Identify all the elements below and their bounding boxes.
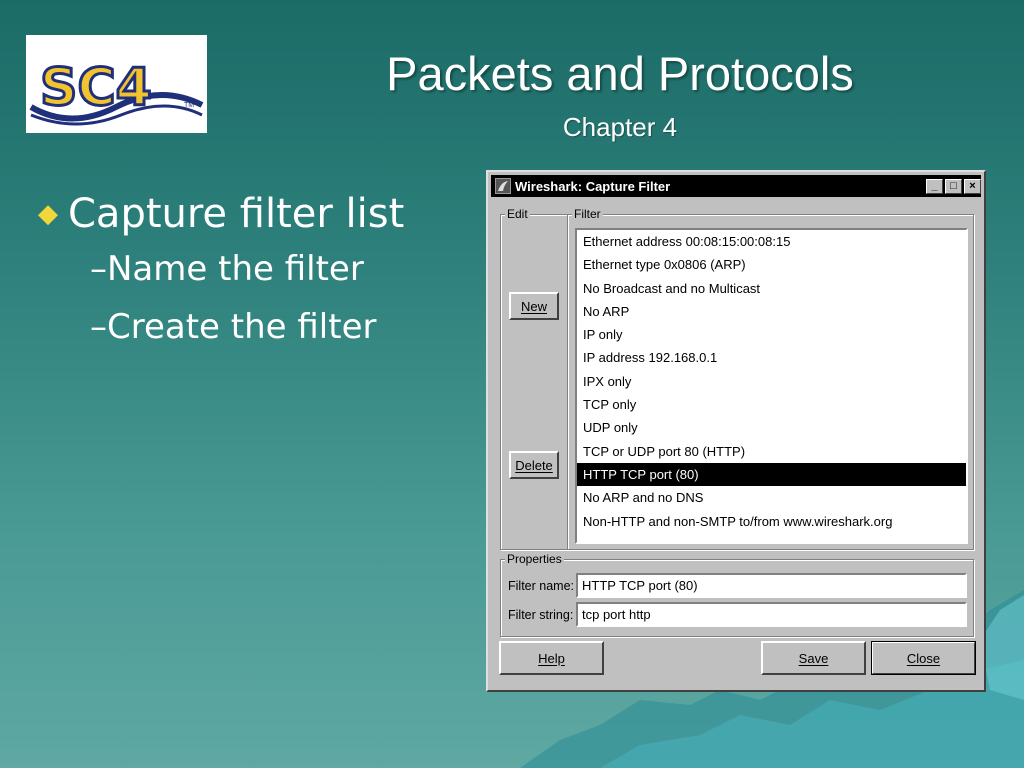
- maximize-button[interactable]: □: [945, 178, 962, 194]
- help-button[interactable]: Help: [499, 641, 604, 675]
- minimize-button[interactable]: _: [926, 178, 943, 194]
- filter-list-item[interactable]: TCP only: [577, 393, 966, 416]
- filter-list[interactable]: Ethernet address 00:08:15:00:08:15 Ethern…: [575, 228, 968, 544]
- bullet-main-text: Capture filter list: [68, 191, 405, 237]
- filter-string-input[interactable]: tcp port http: [576, 602, 967, 627]
- filter-list-item[interactable]: No ARP: [577, 300, 966, 323]
- wireshark-fin-icon: [495, 178, 511, 194]
- filter-group-label: Filter: [572, 207, 603, 221]
- svg-text:TM: TM: [184, 102, 194, 109]
- filter-list-item[interactable]: Non-HTTP and non-SMTP to/from www.wiresh…: [577, 510, 966, 533]
- new-button[interactable]: New: [509, 292, 559, 320]
- filter-list-item[interactable]: UDP only: [577, 416, 966, 439]
- filter-list-item[interactable]: HTTP TCP port (80): [577, 462, 966, 487]
- filter-list-item[interactable]: IPX only: [577, 370, 966, 393]
- bullet-sub-text: Name the filter: [107, 249, 364, 289]
- close-button[interactable]: Close: [871, 641, 976, 675]
- bullet-sub: –Create the filter: [90, 298, 404, 356]
- filter-list-item[interactable]: TCP or UDP port 80 (HTTP): [577, 440, 966, 463]
- sc4-logo: SC4 TM: [26, 35, 207, 133]
- dash-marker: –: [90, 249, 107, 289]
- dialog-title: Wireshark: Capture Filter: [515, 178, 671, 194]
- slide-subtitle: Chapter 4: [562, 112, 678, 142]
- bullet-sub: –Name the filter: [90, 240, 404, 298]
- logo-text: SC4: [40, 58, 152, 118]
- slide-title: Packets and Protocols: [386, 47, 854, 100]
- filter-list-item[interactable]: IP address 192.168.0.1: [577, 346, 966, 369]
- dash-marker: –: [90, 307, 107, 347]
- edit-group-label: Edit: [505, 207, 530, 221]
- filter-string-label: Filter string:: [508, 608, 574, 622]
- edit-group: Edit: [500, 207, 568, 550]
- filter-list-item[interactable]: No ARP and no DNS: [577, 486, 966, 509]
- bullet-main: ◆ Capture filter list: [38, 188, 404, 240]
- filter-list-item[interactable]: Ethernet type 0x0806 (ARP): [577, 253, 966, 276]
- filter-name-input[interactable]: HTTP TCP port (80): [576, 573, 967, 598]
- filter-list-item[interactable]: IP only: [577, 323, 966, 346]
- capture-filter-dialog: Wireshark: Capture Filter _ □ × Edit New…: [486, 170, 986, 692]
- filter-name-label: Filter name:: [508, 579, 574, 593]
- save-button[interactable]: Save: [761, 641, 866, 675]
- dialog-titlebar[interactable]: Wireshark: Capture Filter _ □ ×: [491, 175, 981, 197]
- bullet-sub-text: Create the filter: [107, 307, 377, 347]
- filter-list-item[interactable]: No Broadcast and no Multicast: [577, 277, 966, 300]
- delete-button[interactable]: Delete: [509, 451, 559, 479]
- close-window-button[interactable]: ×: [964, 178, 981, 194]
- diamond-bullet-icon: ◆: [38, 199, 58, 229]
- filter-list-item[interactable]: Ethernet address 00:08:15:00:08:15: [577, 230, 966, 253]
- bullet-list: ◆ Capture filter list –Name the filter –…: [38, 188, 404, 356]
- properties-group-label: Properties: [505, 552, 564, 566]
